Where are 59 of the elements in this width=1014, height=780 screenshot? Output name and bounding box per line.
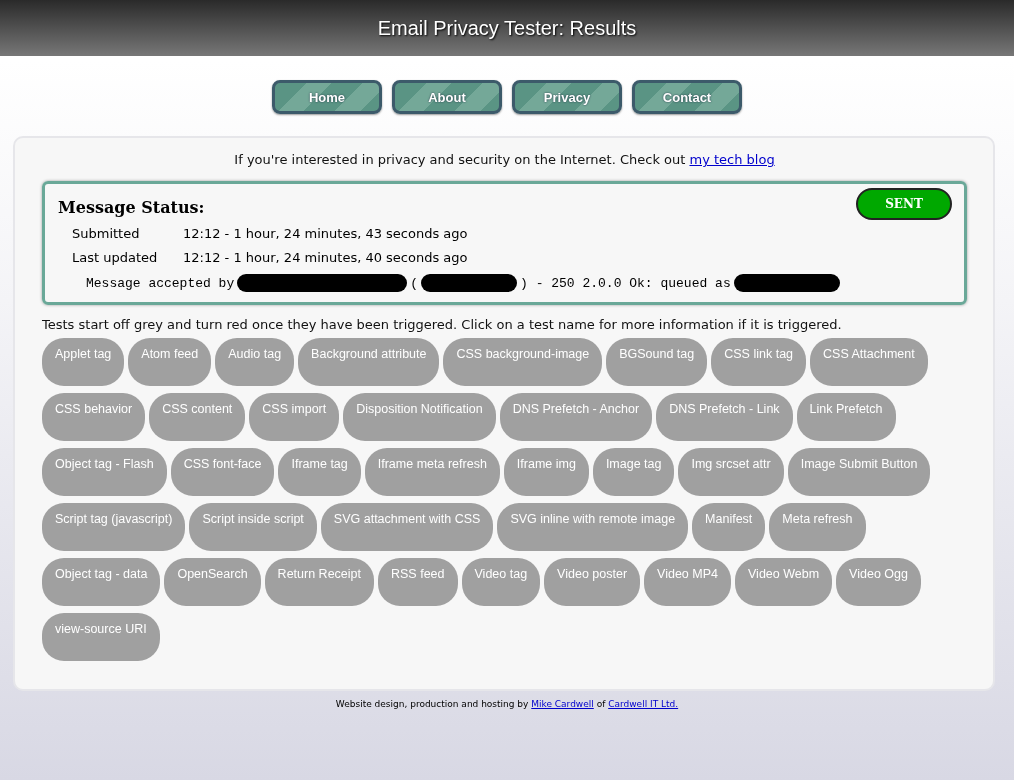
test-button[interactable]: Video MP4: [644, 558, 731, 606]
log-text: Message accepted by: [86, 275, 235, 291]
test-button[interactable]: Video Ogg: [836, 558, 921, 606]
blog-link[interactable]: my tech blog: [689, 152, 775, 167]
test-button[interactable]: Manifest: [692, 503, 766, 551]
test-button[interactable]: Video tag: [461, 558, 541, 606]
test-button[interactable]: CSS behavior: [42, 393, 146, 441]
test-button[interactable]: DNS Prefetch - Link: [656, 393, 793, 441]
test-button[interactable]: Image tag: [592, 448, 675, 496]
nav-button[interactable]: About: [392, 80, 502, 114]
test-button[interactable]: Meta refresh: [769, 503, 866, 551]
field-label: Submitted: [72, 226, 141, 241]
test-button[interactable]: Script inside script: [189, 503, 317, 551]
test-button[interactable]: Audio tag: [215, 338, 295, 386]
field-value: 12:12 - 1 hour, 24 minutes, 40 seconds ago: [183, 250, 468, 265]
test-button[interactable]: CSS content: [149, 393, 246, 441]
nav-button[interactable]: Contact: [632, 80, 742, 114]
test-button[interactable]: Object tag - Flash: [42, 448, 167, 496]
test-button[interactable]: CSS font-face: [170, 448, 275, 496]
test-button[interactable]: Video Webm: [735, 558, 833, 606]
test-button[interactable]: OpenSearch: [164, 558, 261, 606]
test-button[interactable]: CSS Attachment: [810, 338, 928, 386]
test-button[interactable]: CSS import: [249, 393, 340, 441]
test-button[interactable]: Disposition Notification: [343, 393, 496, 441]
intro-text: If you're interested in privacy and security on the Internet. Check out my tech blog: [233, 152, 776, 167]
footer-text: Website design, production and hosting by Mike Cardwell of Cardwell IT Ltd.: [334, 699, 680, 709]
test-button[interactable]: DNS Prefetch - Anchor: [499, 393, 653, 441]
nav-button[interactable]: Home: [272, 80, 382, 114]
log-text: ) - 250 2.0.0 Ok: queued as: [520, 275, 731, 291]
log-text: (: [410, 275, 419, 291]
status-badge: SENT: [856, 188, 952, 220]
test-button[interactable]: Iframe meta refresh: [364, 448, 500, 496]
test-button[interactable]: SVG attachment with CSS: [320, 503, 494, 551]
test-button[interactable]: view-source URI: [42, 613, 160, 661]
test-button[interactable]: SVG inline with remote image: [497, 503, 689, 551]
test-button[interactable]: Return Receipt: [264, 558, 374, 606]
test-button[interactable]: Script tag (javascript): [42, 503, 186, 551]
page-title: Email Privacy Tester: Results: [377, 16, 637, 40]
field-value: 12:12 - 1 hour, 24 minutes, 43 seconds ago: [183, 226, 468, 241]
test-button[interactable]: Video poster: [544, 558, 641, 606]
test-button[interactable]: CSS background-image: [443, 338, 603, 386]
field-label: Last updated: [72, 250, 159, 265]
test-button[interactable]: RSS feed: [378, 558, 458, 606]
test-button[interactable]: CSS link tag: [711, 338, 807, 386]
test-button[interactable]: Applet tag: [42, 338, 125, 386]
author-link[interactable]: Mike Cardwell: [531, 699, 594, 709]
status-title: Message Status:: [58, 197, 205, 217]
test-button[interactable]: Img srcset attr: [678, 448, 784, 496]
test-button[interactable]: Background attribute: [298, 338, 440, 386]
tests-description: Tests start off grey and turn red once they have been triggered. Click on a test name for more information if it is triggered.: [42, 317, 843, 332]
test-button[interactable]: Object tag - data: [42, 558, 161, 606]
test-button[interactable]: Image Submit Button: [787, 448, 931, 496]
test-button[interactable]: Iframe tag: [278, 448, 361, 496]
nav-button[interactable]: Privacy: [512, 80, 622, 114]
test-button[interactable]: BGSound tag: [606, 338, 708, 386]
test-button[interactable]: Link Prefetch: [796, 393, 896, 441]
company-link[interactable]: Cardwell IT Ltd.: [608, 699, 679, 709]
test-button[interactable]: Atom feed: [128, 338, 212, 386]
test-button[interactable]: Iframe img: [503, 448, 589, 496]
